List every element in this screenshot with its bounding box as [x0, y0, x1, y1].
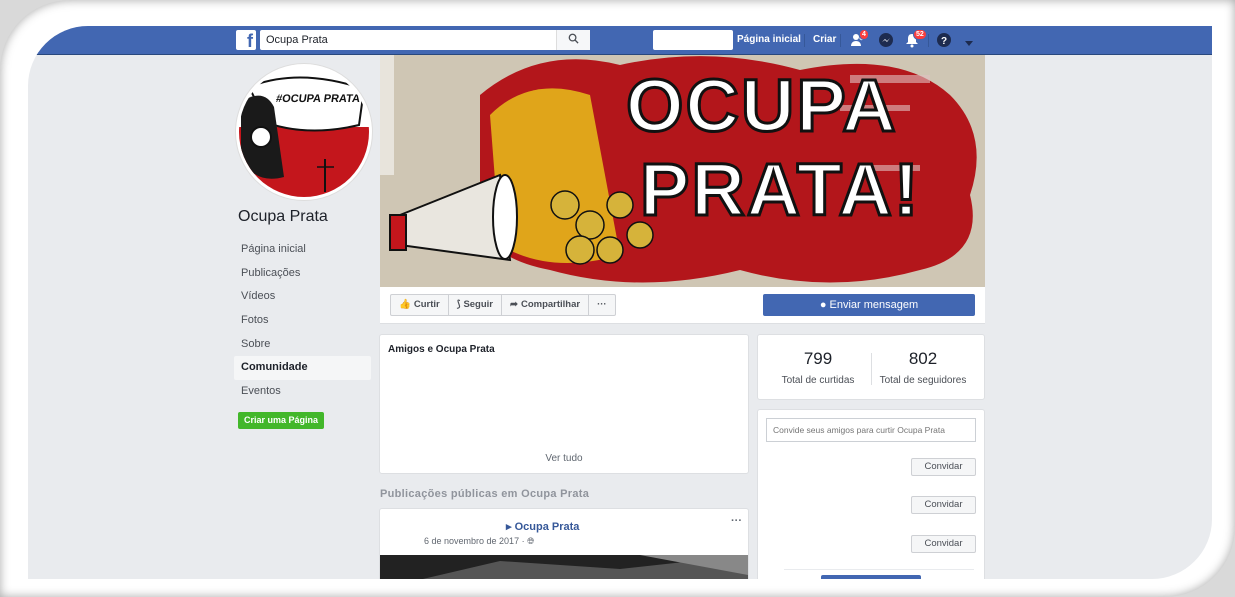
- sidebar-item-home[interactable]: Página inicial: [234, 238, 371, 262]
- post-author-link[interactable]: ▸ Ocupa Prata: [506, 520, 579, 533]
- page-profile-picture[interactable]: #OCUPA PRATA !: [236, 64, 372, 200]
- top-navigation-bar: f Página inicial Criar 4 52 ?: [28, 26, 1212, 55]
- cover-text-line2: PRATA!: [639, 147, 921, 233]
- svg-text:?: ?: [941, 36, 947, 47]
- search-icon[interactable]: [556, 30, 590, 50]
- page-action-buttons: 👍 Curtir ⟆ Seguir ➦ Compartilhar ···: [390, 294, 616, 316]
- page-stats-card: 799 Total de curtidas 802 Total de segui…: [757, 334, 985, 400]
- page-side-nav: Página inicial Publicações Vídeos Fotos …: [234, 238, 371, 404]
- follow-label: Seguir: [463, 299, 493, 310]
- stats-divider: [871, 353, 872, 385]
- followers-label: Total de seguidores: [879, 375, 967, 386]
- see-all-link[interactable]: Ver tudo: [380, 453, 748, 464]
- like-button[interactable]: 👍 Curtir: [391, 295, 449, 315]
- share-arrow-icon: ➦: [510, 299, 518, 310]
- post-photo-image: [380, 555, 748, 579]
- rss-icon: ⟆: [456, 299, 461, 310]
- triangle-right-icon: ▸: [506, 521, 512, 533]
- follow-button[interactable]: ⟆ Seguir: [449, 295, 502, 315]
- messenger-bubble-icon: ●: [819, 299, 827, 311]
- nav-divider: [840, 34, 841, 47]
- screenshot-frame: f Página inicial Criar 4 52 ?: [0, 0, 1235, 597]
- sidebar-item-about[interactable]: Sobre: [234, 333, 371, 357]
- invite-friends-card: Convidar Convidar Convidar: [757, 409, 985, 579]
- likes-count: 799: [803, 349, 833, 368]
- invite-button[interactable]: Convidar: [911, 458, 976, 476]
- like-label: Curtir: [413, 299, 440, 310]
- cover-text-line1: OCUPA: [625, 63, 898, 149]
- public-post: ▸ Ocupa Prata 6 de novembro de 2017 · 🌐︎…: [379, 508, 749, 579]
- notifications-badge: 52: [913, 29, 927, 40]
- friend-requests-icon[interactable]: 4: [850, 29, 869, 48]
- home-link[interactable]: Página inicial: [737, 34, 801, 45]
- share-button[interactable]: ➦ Compartilhar: [502, 295, 590, 315]
- help-icon[interactable]: ?: [936, 32, 952, 48]
- messenger-icon[interactable]: [878, 32, 894, 48]
- post-date[interactable]: 6 de novembro de 2017 · 🌐︎: [424, 536, 534, 547]
- more-options-button[interactable]: ···: [589, 295, 615, 315]
- friends-card-title: Amigos e Ocupa Prata: [388, 344, 495, 355]
- public-posts-heading: Publicações públicas em Ocupa Prata: [380, 488, 590, 500]
- friends-card: Amigos e Ocupa Prata Ver tudo: [379, 334, 749, 474]
- search-input[interactable]: [260, 30, 550, 50]
- invite-button[interactable]: Convidar: [911, 496, 976, 514]
- send-message-button[interactable]: ● Enviar mensagem: [763, 294, 975, 316]
- profile-picture-text: #OCUPA PRATA !: [275, 93, 368, 105]
- invite-button[interactable]: Convidar: [911, 535, 976, 553]
- cover-photo[interactable]: OCUPA PRATA!: [380, 55, 985, 287]
- notifications-bell-icon[interactable]: 52: [904, 29, 927, 48]
- share-label: Compartilhar: [520, 299, 581, 310]
- search-box[interactable]: [260, 30, 590, 50]
- friend-requests-badge: 4: [859, 29, 869, 40]
- create-page-button[interactable]: Criar uma Página: [238, 412, 324, 429]
- sidebar-item-events[interactable]: Eventos: [234, 380, 371, 404]
- send-message-label: Enviar mensagem: [829, 299, 919, 311]
- create-link[interactable]: Criar: [813, 34, 836, 45]
- post-date-text: 6 de novembro de 2017 ·: [424, 536, 528, 546]
- post-author-name: Ocupa Prata: [514, 521, 580, 533]
- page-action-bar: 👍 Curtir ⟆ Seguir ➦ Compartilhar ··· ● E…: [380, 287, 985, 324]
- facebook-logo-icon[interactable]: f: [236, 30, 256, 50]
- facebook-page: f Página inicial Criar 4 52 ?: [28, 26, 1212, 579]
- invite-more-button[interactable]: [821, 575, 921, 579]
- sidebar-item-community[interactable]: Comunidade: [234, 356, 371, 381]
- post-options-button[interactable]: ···: [731, 515, 742, 527]
- followers-count: 802: [908, 349, 938, 368]
- invite-divider: [784, 569, 974, 570]
- invite-search-input[interactable]: [766, 418, 976, 442]
- thumbs-up-icon: 👍: [399, 299, 411, 310]
- nav-divider: [804, 34, 805, 47]
- sidebar-item-photos[interactable]: Fotos: [234, 309, 371, 333]
- profile-link[interactable]: [653, 30, 733, 50]
- globe-icon: 🌐︎: [527, 536, 535, 546]
- profile-picture-image: [239, 67, 369, 197]
- nav-divider: [928, 34, 929, 47]
- page-name[interactable]: Ocupa Prata: [238, 208, 328, 226]
- sidebar-item-posts[interactable]: Publicações: [234, 262, 371, 286]
- likes-label: Total de curtidas: [781, 375, 855, 386]
- sidebar-item-videos[interactable]: Vídeos: [234, 285, 371, 309]
- post-photo[interactable]: [380, 555, 748, 579]
- account-menu-caret-icon[interactable]: [964, 35, 980, 51]
